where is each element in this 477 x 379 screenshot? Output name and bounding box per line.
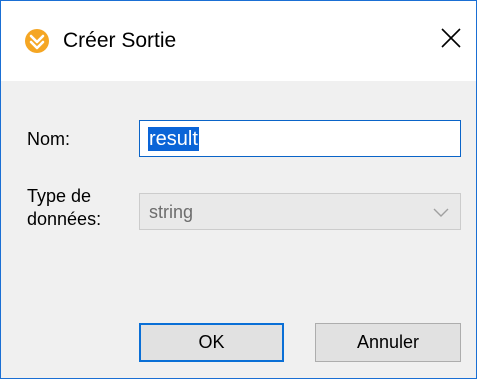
app-icon (25, 29, 49, 53)
name-input[interactable]: result (139, 120, 461, 157)
name-input-value: result (148, 126, 199, 151)
cancel-button[interactable]: Annuler (315, 323, 461, 362)
title-bar: Créer Sortie (1, 1, 476, 81)
chevron-down-icon (432, 204, 450, 220)
data-type-select[interactable]: string (139, 193, 461, 230)
dialog-window: Créer Sortie Nom: result Type de données… (0, 0, 477, 379)
close-icon (441, 27, 461, 53)
name-label: Nom: (27, 129, 71, 149)
close-button[interactable] (426, 15, 476, 65)
window-title: Créer Sortie (63, 29, 177, 52)
ok-button[interactable]: OK (139, 323, 284, 362)
type-label-line1: Type de (27, 186, 92, 206)
type-label-line2: données: (27, 209, 102, 229)
data-type-value: string (149, 202, 194, 222)
